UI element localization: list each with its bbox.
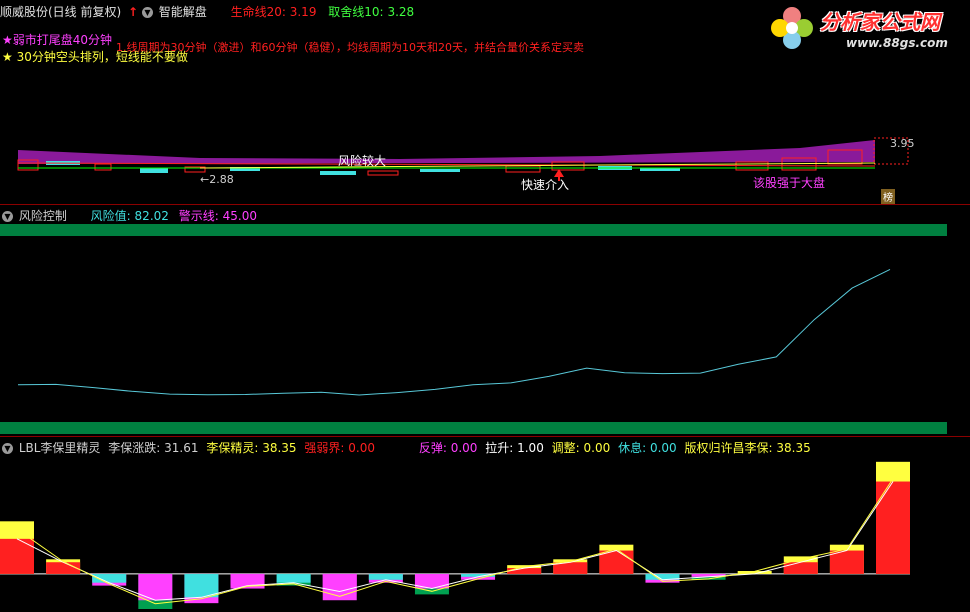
annotation-enter: 快速介入 <box>521 178 570 192</box>
left-arrow-icon: ← <box>200 173 210 186</box>
lbl-panel: ▼ LBL李保里精灵 李保涨跌: 31.61 李保精灵: 38.35 强弱界: … <box>0 437 970 612</box>
candle <box>420 169 460 172</box>
candle <box>551 161 585 171</box>
annotation-high: 3.95 <box>890 137 915 150</box>
candle <box>367 170 399 176</box>
annotation-low: ←2.88 <box>200 173 234 186</box>
lbl-chart <box>0 461 910 609</box>
main-panel: 顺威股份(日线 前复权) ↑ ▼ 智能解盘 生命线20: 3.19 取舍线10:… <box>0 0 970 205</box>
candle <box>94 163 112 171</box>
lbl-bar-inner <box>368 573 403 580</box>
risk-panel: ▼ 风险控制 风险值: 82.02 警示线: 45.00 <box>0 205 970 436</box>
upper-band <box>0 224 947 236</box>
lbl-bar-inner <box>507 568 542 574</box>
lbl-bar-inner <box>876 481 910 574</box>
lbl-bar-inner <box>0 538 34 574</box>
lbl-bar-inner <box>829 550 864 574</box>
candle <box>140 168 168 173</box>
ranking-badge[interactable]: 榜 <box>881 189 895 204</box>
cloud-band <box>18 140 875 164</box>
low-price: 2.88 <box>209 173 234 186</box>
lbl-bar-inner <box>138 573 173 601</box>
lower-band <box>0 422 947 434</box>
lbl-bar-inner <box>276 573 311 583</box>
risk-chart <box>0 224 947 434</box>
candle <box>320 171 356 175</box>
lbl-bar-inner <box>599 550 634 574</box>
annotation-risk: 风险较大 <box>338 154 387 168</box>
annotation-strong: 该股强于大盘 <box>753 176 826 190</box>
lbl-bar-inner <box>46 562 81 574</box>
high-price: 3.95 <box>890 137 915 150</box>
lbl-bar-inner <box>230 573 265 586</box>
candle <box>505 165 541 173</box>
risk-line <box>17 268 891 396</box>
lbl-bar-inner <box>783 562 818 574</box>
